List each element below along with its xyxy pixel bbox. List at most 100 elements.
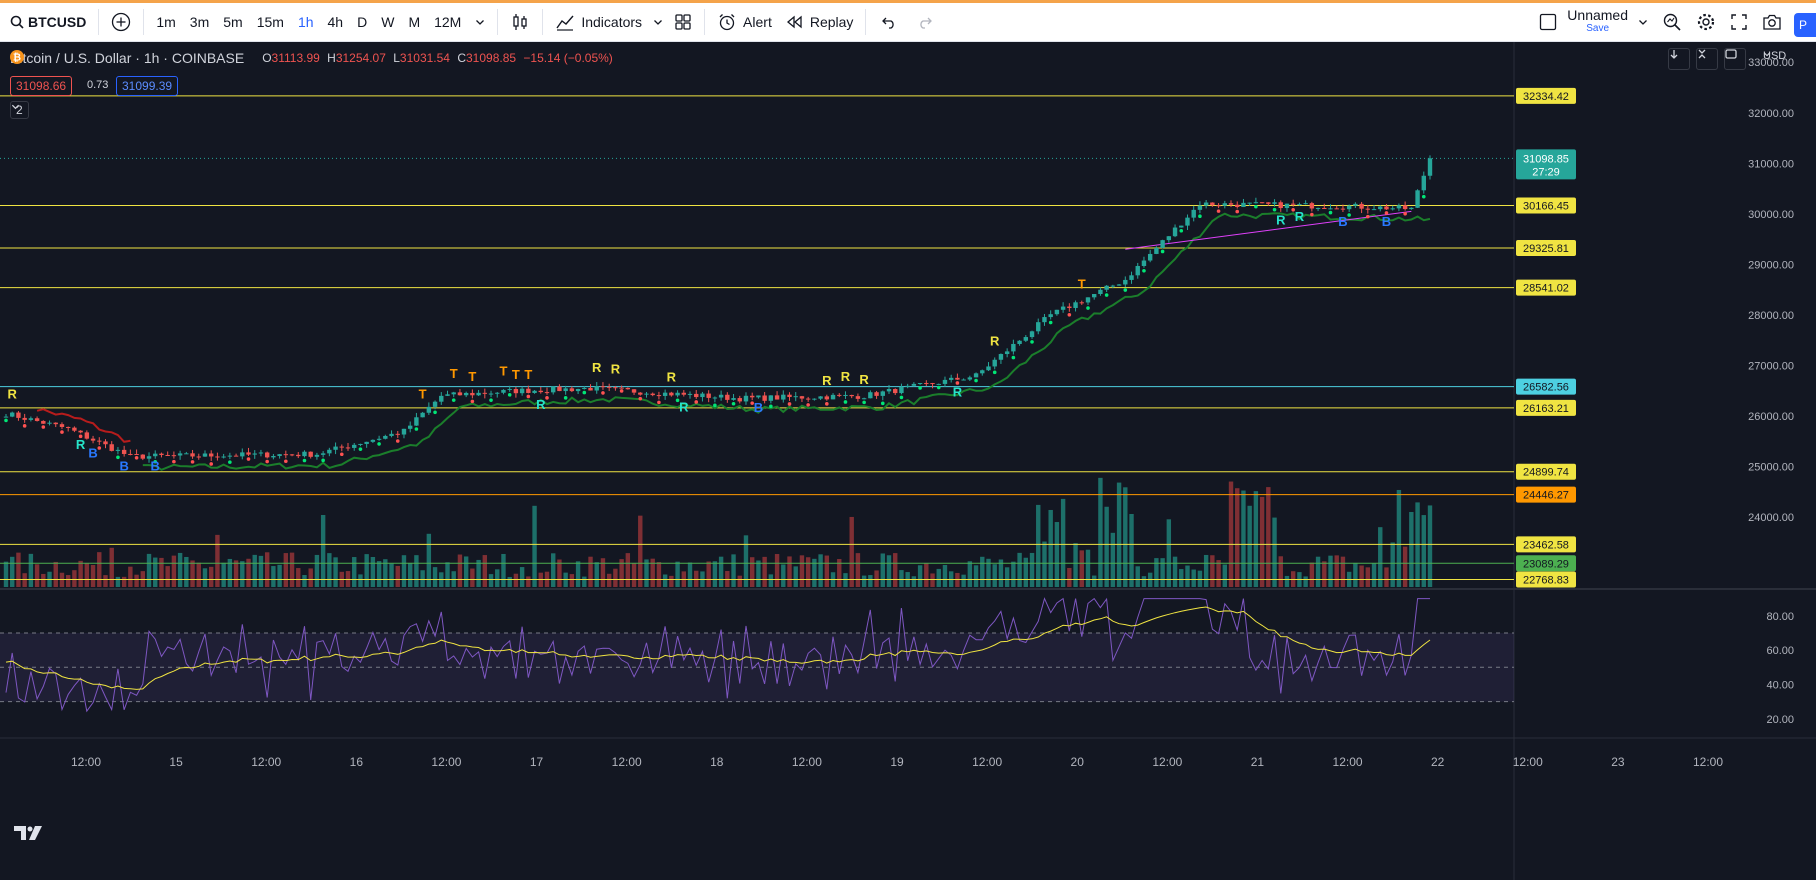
candle-body	[1029, 331, 1035, 338]
interval-button[interactable]: 1m	[149, 14, 182, 30]
trend-line-green[interactable]	[142, 212, 1431, 471]
buy-price-button[interactable]: 31099.39	[116, 76, 179, 96]
chart-canvas[interactable]: 33000.0032000.0031000.0030000.0029000.00…	[0, 42, 1816, 880]
signal-marker-label: T	[524, 367, 532, 382]
sell-price-button[interactable]: 31098.66	[10, 76, 73, 96]
interval-button[interactable]: 12M	[427, 14, 468, 30]
redo-button[interactable]	[907, 3, 943, 41]
candle-body	[233, 455, 239, 457]
indicators-dropdown-button[interactable]	[649, 3, 667, 41]
undo-button[interactable]	[871, 3, 907, 41]
candle-body	[718, 394, 724, 398]
volume-bar	[41, 573, 46, 587]
collapse-pane-button[interactable]	[1696, 48, 1718, 70]
volume-bar	[526, 576, 531, 587]
interval-button[interactable]: D	[350, 14, 374, 30]
candle-body	[917, 383, 923, 385]
interval-button[interactable]: 4h	[321, 14, 351, 30]
time-axis-tick-label: 12:00	[71, 755, 101, 769]
volume-bar	[252, 554, 257, 587]
chart-type-button[interactable]	[503, 3, 537, 41]
interval-dropdown-button[interactable]	[468, 3, 492, 41]
candle-body	[706, 393, 711, 398]
interval-button[interactable]: 1h	[291, 14, 321, 30]
volume-bar	[519, 567, 525, 587]
indicators-toggle-button[interactable]: 2	[10, 101, 29, 119]
signal-marker-label: T	[450, 366, 458, 381]
volume-bar	[625, 553, 631, 587]
alert-label: Alert	[743, 14, 772, 30]
currency-selector[interactable]: USD	[1763, 50, 1786, 62]
candle-body	[644, 393, 649, 395]
symbol-title[interactable]: Bitcoin / U.S. Dollar · 1h · COINBASE	[10, 50, 244, 66]
compare-add-button[interactable]	[104, 3, 138, 41]
candle-body	[109, 444, 114, 451]
chevron-down-icon	[1639, 20, 1647, 25]
volume-bar	[600, 558, 606, 587]
indicators-button[interactable]: Indicators	[548, 3, 649, 41]
volume-bar	[1253, 491, 1259, 587]
redo-icon	[920, 17, 933, 29]
signal-dot	[1030, 340, 1034, 344]
volume-bar	[606, 573, 612, 587]
chart-area[interactable]: 33000.00 32000.00 31000.00 30000.00 29000.00…	[0, 42, 1816, 880]
candle-body	[992, 359, 997, 367]
volume-bar	[1328, 555, 1333, 587]
candle-body	[202, 453, 208, 457]
volume-bar	[930, 573, 935, 587]
volume-bar	[376, 561, 382, 587]
signal-dot	[918, 386, 922, 390]
settings-button[interactable]	[1689, 3, 1723, 41]
scroll-down-button[interactable]	[1668, 48, 1690, 70]
candle-body	[345, 447, 351, 449]
candle-body	[812, 398, 817, 400]
volume-bar	[588, 556, 593, 587]
candle-body	[1079, 302, 1084, 304]
alert-button[interactable]: Alert	[710, 3, 779, 41]
interval-button[interactable]: 3m	[183, 14, 216, 30]
volume-bar	[961, 574, 966, 587]
publish-button[interactable]: P	[1794, 13, 1816, 37]
interval-button[interactable]: 15m	[250, 14, 291, 30]
signal-dot	[899, 395, 904, 400]
volume-bar	[258, 555, 264, 587]
signal-marker-label: R	[1276, 213, 1286, 228]
candle-body	[1371, 209, 1377, 211]
maximize-pane-button[interactable]	[1724, 48, 1746, 70]
candle-body	[90, 438, 96, 441]
volume-bar	[992, 564, 997, 587]
candle-body	[1402, 205, 1408, 210]
level-label: 29325.81	[1523, 243, 1569, 255]
volume-bar	[662, 574, 668, 587]
signal-marker-label: B	[754, 400, 763, 415]
save-label: Save	[1586, 23, 1610, 34]
volume-bar	[936, 568, 941, 587]
candle-body	[1278, 202, 1283, 209]
volume-bar	[768, 574, 774, 587]
layout-button[interactable]: Unnamed Save	[1532, 3, 1655, 41]
candle-body	[1247, 202, 1252, 204]
interval-button[interactable]: W	[374, 14, 401, 30]
candle-body	[128, 453, 133, 455]
level-label: 28541.02	[1523, 283, 1569, 295]
signal-marker-label: R	[592, 360, 602, 375]
symbol-search-button[interactable]: BTCUSD	[0, 3, 93, 41]
interval-button[interactable]: M	[401, 14, 427, 30]
candle-body	[669, 392, 674, 396]
candle-body	[725, 394, 730, 400]
signal-dot	[1421, 194, 1426, 199]
replay-button[interactable]: Replay	[779, 3, 861, 41]
time-axis-tick-label: 12:00	[972, 755, 1002, 769]
candle-body	[538, 390, 543, 393]
volume-bar	[134, 574, 139, 587]
quick-search-button[interactable]	[1655, 3, 1689, 41]
interval-button[interactable]: 5m	[216, 14, 249, 30]
volume-bar	[1315, 556, 1321, 587]
signal-dot	[414, 427, 419, 431]
fullscreen-button[interactable]	[1723, 3, 1755, 41]
signal-dot	[97, 446, 102, 450]
templates-button[interactable]	[667, 3, 699, 41]
volume-bar	[575, 561, 581, 587]
candle-body	[264, 452, 270, 458]
volume-bar	[1396, 489, 1402, 587]
